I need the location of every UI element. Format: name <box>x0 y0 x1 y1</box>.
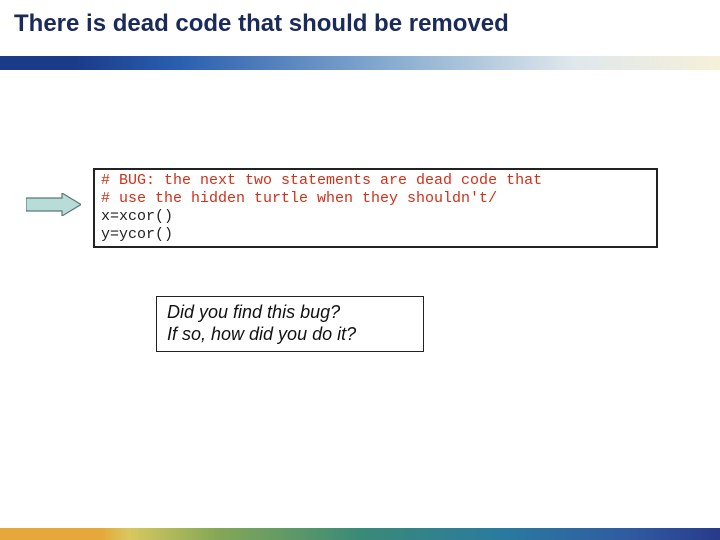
code-snippet: # BUG: the next two statements are dead … <box>101 172 650 244</box>
code-line-2: y=ycor() <box>101 226 173 243</box>
footer-rule <box>0 528 720 540</box>
question-callout: Did you find this bug? If so, how did yo… <box>156 296 424 352</box>
code-snippet-box: # BUG: the next two statements are dead … <box>93 168 658 248</box>
question-line-2: If so, how did you do it? <box>167 323 413 345</box>
code-comment-1: # BUG: the next two statements are dead … <box>101 172 542 189</box>
code-line-1: x=xcor() <box>101 208 173 225</box>
pointer-arrow-icon <box>26 193 81 216</box>
title-rule <box>0 56 720 70</box>
slide-title: There is dead code that should be remove… <box>14 10 509 38</box>
code-comment-2: # use the hidden turtle when they should… <box>101 190 497 207</box>
question-line-1: Did you find this bug? <box>167 301 413 323</box>
